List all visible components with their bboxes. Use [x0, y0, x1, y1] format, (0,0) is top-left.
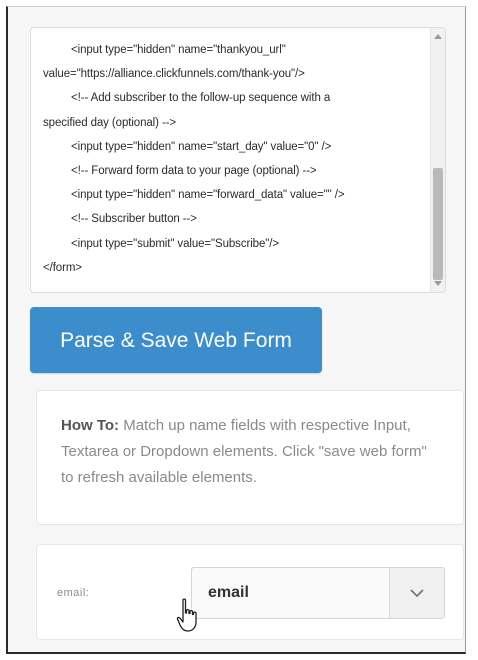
- code-line: <!-- Forward form data to your page (opt…: [71, 164, 317, 177]
- howto-box: How To: Match up name fields with respec…: [36, 390, 464, 525]
- web-form-panel: <input type="hidden" name="thankyou_url"…: [6, 6, 466, 654]
- code-scrollbar[interactable]: [430, 28, 445, 292]
- code-line: <input type="hidden" name="thankyou_url": [71, 44, 286, 56]
- howto-text: How To: Match up name fields with respec…: [61, 413, 441, 491]
- webform-code-textarea[interactable]: <input type="hidden" name="thankyou_url"…: [30, 27, 446, 293]
- code-line: <!-- Subscriber button -->: [71, 213, 197, 226]
- code-line: value="https://alliance.clickfunnels.com…: [43, 68, 305, 81]
- code-line: <input type="submit" value="Subscribe"/>: [71, 237, 279, 250]
- code-lines: <input type="hidden" name="thankyou_url"…: [43, 38, 423, 280]
- scroll-down-arrow-icon[interactable]: [434, 281, 442, 286]
- howto-heading: How To:: [61, 417, 120, 434]
- code-line: <input type="hidden" name="start_day" va…: [71, 140, 332, 153]
- code-line: <input type="hidden" name="forward_data"…: [71, 189, 345, 202]
- code-line: specified day (optional) -->: [43, 116, 177, 129]
- scroll-up-arrow-icon[interactable]: [434, 34, 442, 39]
- email-field-select[interactable]: email: [191, 567, 445, 619]
- parse-save-web-form-button[interactable]: Parse & Save Web Form: [30, 307, 322, 373]
- field-mapping-box: email: email: [36, 544, 464, 640]
- chevron-down-icon: [410, 589, 424, 598]
- scroll-thumb[interactable]: [433, 168, 443, 280]
- select-arrow-button[interactable]: [389, 568, 444, 618]
- email-select-value: email: [208, 584, 249, 601]
- email-field-label: email:: [57, 587, 90, 599]
- code-line: </form>: [43, 261, 82, 274]
- hand-pointer-icon: [176, 598, 197, 632]
- code-line: <!-- Add subscriber to the follow-up seq…: [71, 92, 331, 105]
